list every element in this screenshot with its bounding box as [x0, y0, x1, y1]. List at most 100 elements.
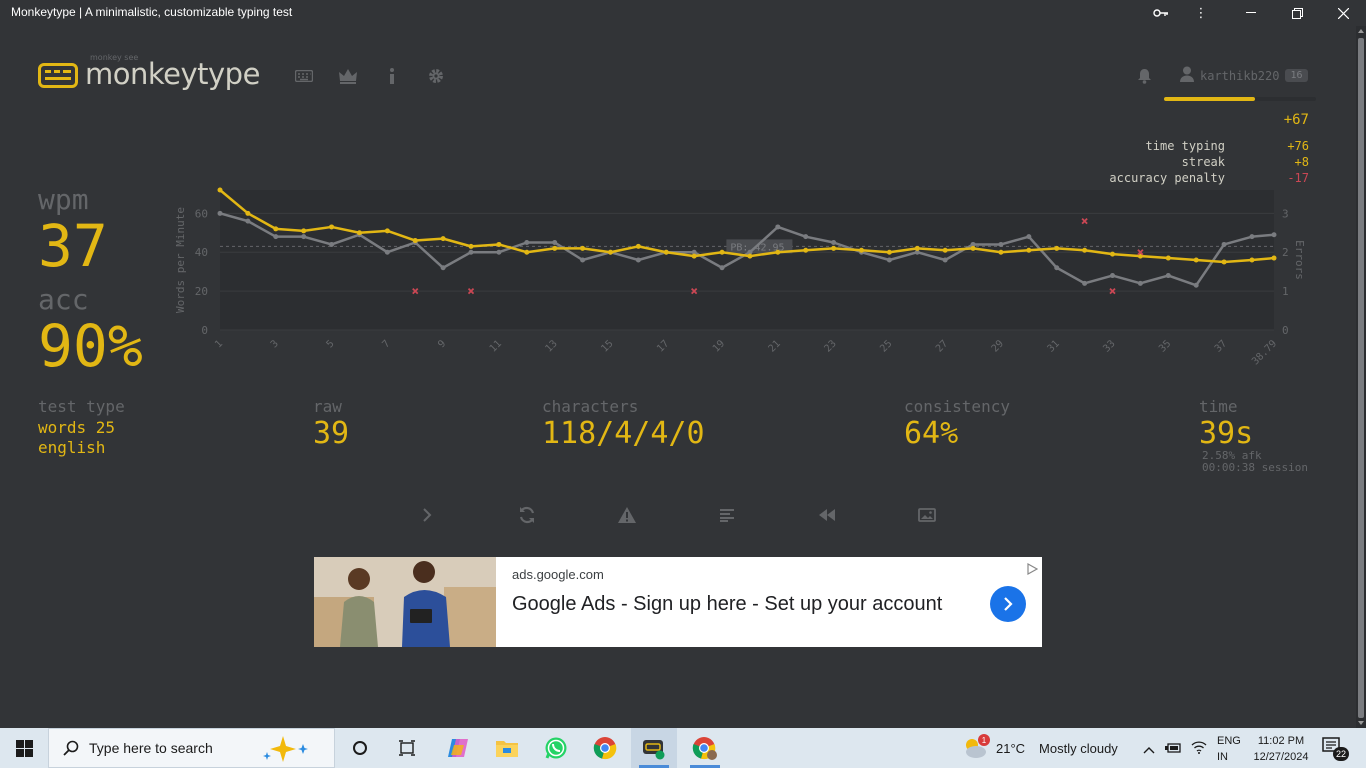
wpm-point: [329, 224, 335, 230]
taskbar-clock[interactable]: 11:02 PM 12/27/2024: [1249, 733, 1313, 765]
x-tick-label: 15: [599, 338, 615, 354]
scroll-up-icon[interactable]: [1358, 29, 1364, 33]
keyboard-icon[interactable]: [294, 67, 314, 85]
y2-tick-label: 0: [1282, 324, 1289, 337]
raw-value[interactable]: 39: [313, 416, 349, 451]
wpm-point: [496, 241, 502, 247]
xp-label: time typing: [1145, 139, 1225, 153]
key-icon[interactable]: [1139, 0, 1183, 26]
ad-image[interactable]: [314, 557, 496, 647]
wpm-chart[interactable]: 02040600123Words per Minute Errors1 3 5 7 9 11…: [170, 180, 1320, 380]
chrome-profile-icon[interactable]: [682, 728, 728, 768]
raw-label: raw: [313, 397, 342, 416]
whatsapp-icon[interactable]: [533, 728, 579, 768]
raw-point: [1110, 273, 1116, 279]
taskbar: Type here to search 1 21°C Mostly cloudy: [0, 728, 1366, 768]
chevron-up-icon[interactable]: [1143, 739, 1155, 758]
chrome-icon[interactable]: [582, 728, 628, 768]
raw-point: [552, 240, 558, 245]
battery-icon[interactable]: [1165, 739, 1181, 758]
language-code: ENG: [1217, 735, 1241, 747]
chevron-right-icon: [423, 508, 432, 522]
language-indicator[interactable]: ENG IN: [1217, 733, 1241, 765]
wpm-value[interactable]: 37: [38, 212, 108, 280]
save-screenshot-button[interactable]: [916, 504, 938, 526]
weather-widget[interactable]: 1 21°C Mostly cloudy: [962, 728, 1118, 768]
notification-bell-icon[interactable]: [1137, 68, 1152, 88]
time-label: time: [1199, 397, 1238, 416]
watch-replay-button[interactable]: [816, 504, 838, 526]
system-tray: [1143, 728, 1207, 768]
x-tick-label: 37: [1213, 338, 1229, 354]
xp-label: streak: [1181, 155, 1225, 169]
more-options-icon[interactable]: ⋮: [1179, 0, 1223, 26]
wifi-icon[interactable]: [1191, 739, 1207, 758]
wpm-point: [1110, 251, 1116, 257]
wpm-point: [607, 249, 613, 255]
ad-domain[interactable]: ads.google.com: [512, 567, 604, 582]
wpm-point: [356, 230, 362, 236]
word-history-button[interactable]: [716, 504, 738, 526]
raw-point: [245, 218, 251, 224]
raw-point: [524, 240, 530, 245]
ad-headline[interactable]: Google Ads - Sign up here - Set up your …: [512, 593, 942, 616]
x-tick-label: 33: [1101, 338, 1117, 354]
ad-go-button[interactable]: [990, 586, 1026, 622]
cloudy-weather-icon: 1: [962, 734, 990, 759]
characters-label: characters: [542, 397, 639, 416]
adchoices-icon[interactable]: [1026, 560, 1039, 579]
x-tick-label: 25: [878, 338, 894, 354]
info-icon[interactable]: [382, 67, 402, 85]
settings-gear-icon[interactable]: [426, 67, 446, 85]
wpm-point: [412, 238, 418, 244]
repeat-test-button[interactable]: [516, 504, 538, 526]
scrollbar-thumb[interactable]: [1358, 38, 1364, 718]
acc-value[interactable]: 90%: [38, 312, 143, 380]
crown-icon[interactable]: [338, 67, 358, 85]
account-button[interactable]: karthikb220 16: [1180, 66, 1308, 85]
logo-icon[interactable]: [38, 63, 78, 88]
report-test-button[interactable]: [616, 504, 638, 526]
raw-point: [273, 234, 279, 240]
xp-progress-bar: [1164, 97, 1316, 101]
copilot-app-icon[interactable]: [435, 728, 481, 768]
wpm-point: [942, 247, 948, 253]
xp-row: time typing +76: [1025, 139, 1309, 153]
consistency-value[interactable]: 64%: [904, 416, 958, 451]
wpm-point: [1249, 257, 1255, 263]
wpm-point: [468, 243, 474, 249]
title-bar: Monkeytype | A minimalistic, customizabl…: [0, 0, 1366, 26]
image-icon: [918, 508, 936, 522]
start-button[interactable]: [0, 728, 48, 768]
file-explorer-icon[interactable]: [484, 728, 530, 768]
y-tick-label: 40: [195, 246, 208, 259]
search-placeholder: Type here to search: [89, 740, 213, 756]
raw-point: [580, 257, 586, 263]
restore-button[interactable]: [1275, 0, 1319, 26]
raw-point: [886, 257, 892, 263]
raw-point: [635, 257, 641, 263]
warning-triangle-icon: [618, 507, 636, 523]
ad-banner[interactable]: ads.google.com Google Ads - Sign up here…: [314, 557, 1042, 647]
characters-value[interactable]: 118/4/4/0: [542, 416, 705, 451]
user-icon: [1180, 66, 1194, 85]
x-tick-label: 3: [269, 338, 281, 350]
weather-alert-badge: 1: [978, 734, 990, 746]
x-tick-label: 23: [822, 338, 838, 354]
close-button[interactable]: [1321, 0, 1365, 26]
weather-desc: Mostly cloudy: [1039, 740, 1118, 756]
monkeytype-app-icon[interactable]: [631, 728, 677, 768]
time-value[interactable]: 39s: [1199, 416, 1253, 451]
cortana-icon[interactable]: [337, 728, 383, 768]
taskbar-search[interactable]: Type here to search: [48, 728, 335, 768]
minimize-button[interactable]: [1229, 0, 1273, 26]
wpm-point: [552, 245, 558, 251]
task-view-icon[interactable]: [384, 728, 430, 768]
logo-text[interactable]: monkeytype: [85, 57, 260, 91]
next-test-button[interactable]: [416, 504, 438, 526]
scrollbar[interactable]: [1356, 26, 1366, 728]
scroll-down-icon[interactable]: [1358, 721, 1364, 725]
notification-center-button[interactable]: 22: [1322, 737, 1349, 761]
wpm-point: [245, 210, 251, 216]
y2-axis-label: Errors: [1293, 240, 1306, 280]
